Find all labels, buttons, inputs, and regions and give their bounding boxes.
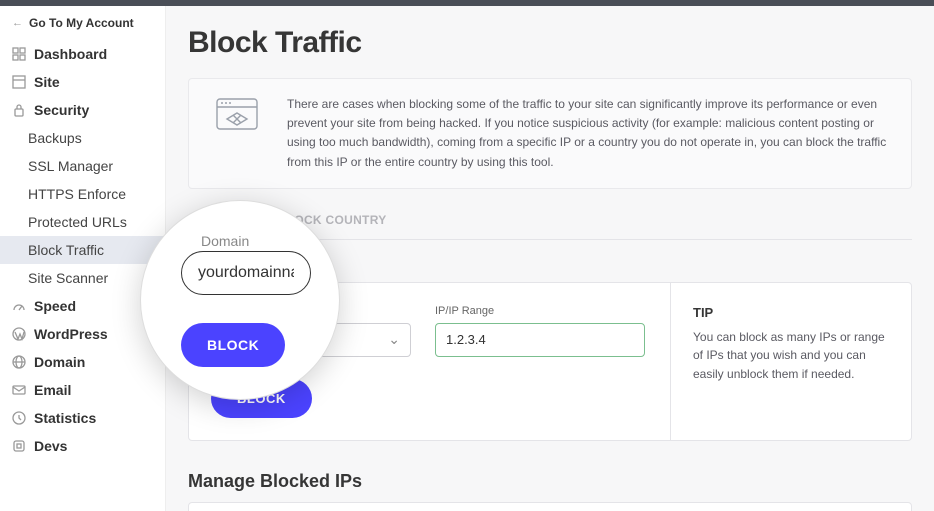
sidebar-item-https-enforce[interactable]: HTTPS Enforce <box>0 180 165 208</box>
nav-label: Site <box>34 74 60 90</box>
nav-label: Email <box>34 382 71 398</box>
nav-label: Security <box>34 102 89 118</box>
nav-label: Block Traffic <box>28 242 104 258</box>
nav-label: Protected URLs <box>28 214 127 230</box>
sidebar: ← Go To My Account Dashboard Site Securi… <box>0 6 166 511</box>
sidebar-item-dashboard[interactable]: Dashboard <box>0 40 165 68</box>
sidebar-item-ssl-manager[interactable]: SSL Manager <box>0 152 165 180</box>
layout-icon <box>12 75 26 89</box>
manage-blocked-heading: Manage Blocked IPs <box>188 471 912 492</box>
lock-icon <box>12 103 26 117</box>
globe-icon <box>12 355 26 369</box>
sidebar-item-backups[interactable]: Backups <box>0 124 165 152</box>
tip-title: TIP <box>693 305 889 320</box>
info-banner: There are cases when blocking some of th… <box>188 78 912 189</box>
sidebar-item-protected-urls[interactable]: Protected URLs <box>0 208 165 236</box>
tip-body: You can block as many IPs or range of IP… <box>693 328 889 384</box>
nav-label: Speed <box>34 298 76 314</box>
back-link-label: Go To My Account <box>29 16 134 30</box>
nav-label: Dashboard <box>34 46 107 62</box>
sidebar-item-wordpress[interactable]: WordPress <box>0 320 165 348</box>
page-title: Block Traffic <box>188 26 912 60</box>
block-window-icon <box>211 95 263 142</box>
sidebar-item-block-traffic[interactable]: Block Traffic <box>0 236 165 264</box>
nav-label: WordPress <box>34 326 108 342</box>
domain-label-zoom: Domain <box>201 233 313 249</box>
info-text: There are cases when blocking some of th… <box>287 95 889 172</box>
sidebar-item-devs[interactable]: Devs <box>0 432 165 460</box>
sidebar-item-security[interactable]: Security <box>0 96 165 124</box>
nav-label: Backups <box>28 130 82 146</box>
nav-label: SSL Manager <box>28 158 113 174</box>
zoom-lens-overlay: Domain BLOCK <box>140 200 340 400</box>
nav-label: Domain <box>34 354 85 370</box>
tool-icon <box>12 439 26 453</box>
back-to-account-link[interactable]: ← Go To My Account <box>0 12 165 40</box>
nav-label: Devs <box>34 438 67 454</box>
domain-input-zoom[interactable] <box>181 251 311 295</box>
block-button-zoom[interactable]: BLOCK <box>181 323 285 367</box>
chevron-down-icon: ⌄ <box>388 331 400 348</box>
ip-label: IP/IP Range <box>435 305 645 317</box>
sidebar-item-statistics[interactable]: Statistics <box>0 404 165 432</box>
nav-label: Statistics <box>34 410 96 426</box>
arrow-left-icon: ← <box>12 17 23 29</box>
wordpress-icon <box>12 327 26 341</box>
sidebar-item-email[interactable]: Email <box>0 376 165 404</box>
nav-label: Site Scanner <box>28 270 108 286</box>
mail-icon <box>12 383 26 397</box>
ip-input[interactable] <box>435 323 645 357</box>
clock-icon <box>12 411 26 425</box>
empty-state <box>188 502 912 511</box>
sidebar-item-site[interactable]: Site <box>0 68 165 96</box>
nav-label: HTTPS Enforce <box>28 186 126 202</box>
gauge-icon <box>12 299 26 313</box>
grid-icon <box>12 47 26 61</box>
sidebar-item-domain[interactable]: Domain <box>0 348 165 376</box>
